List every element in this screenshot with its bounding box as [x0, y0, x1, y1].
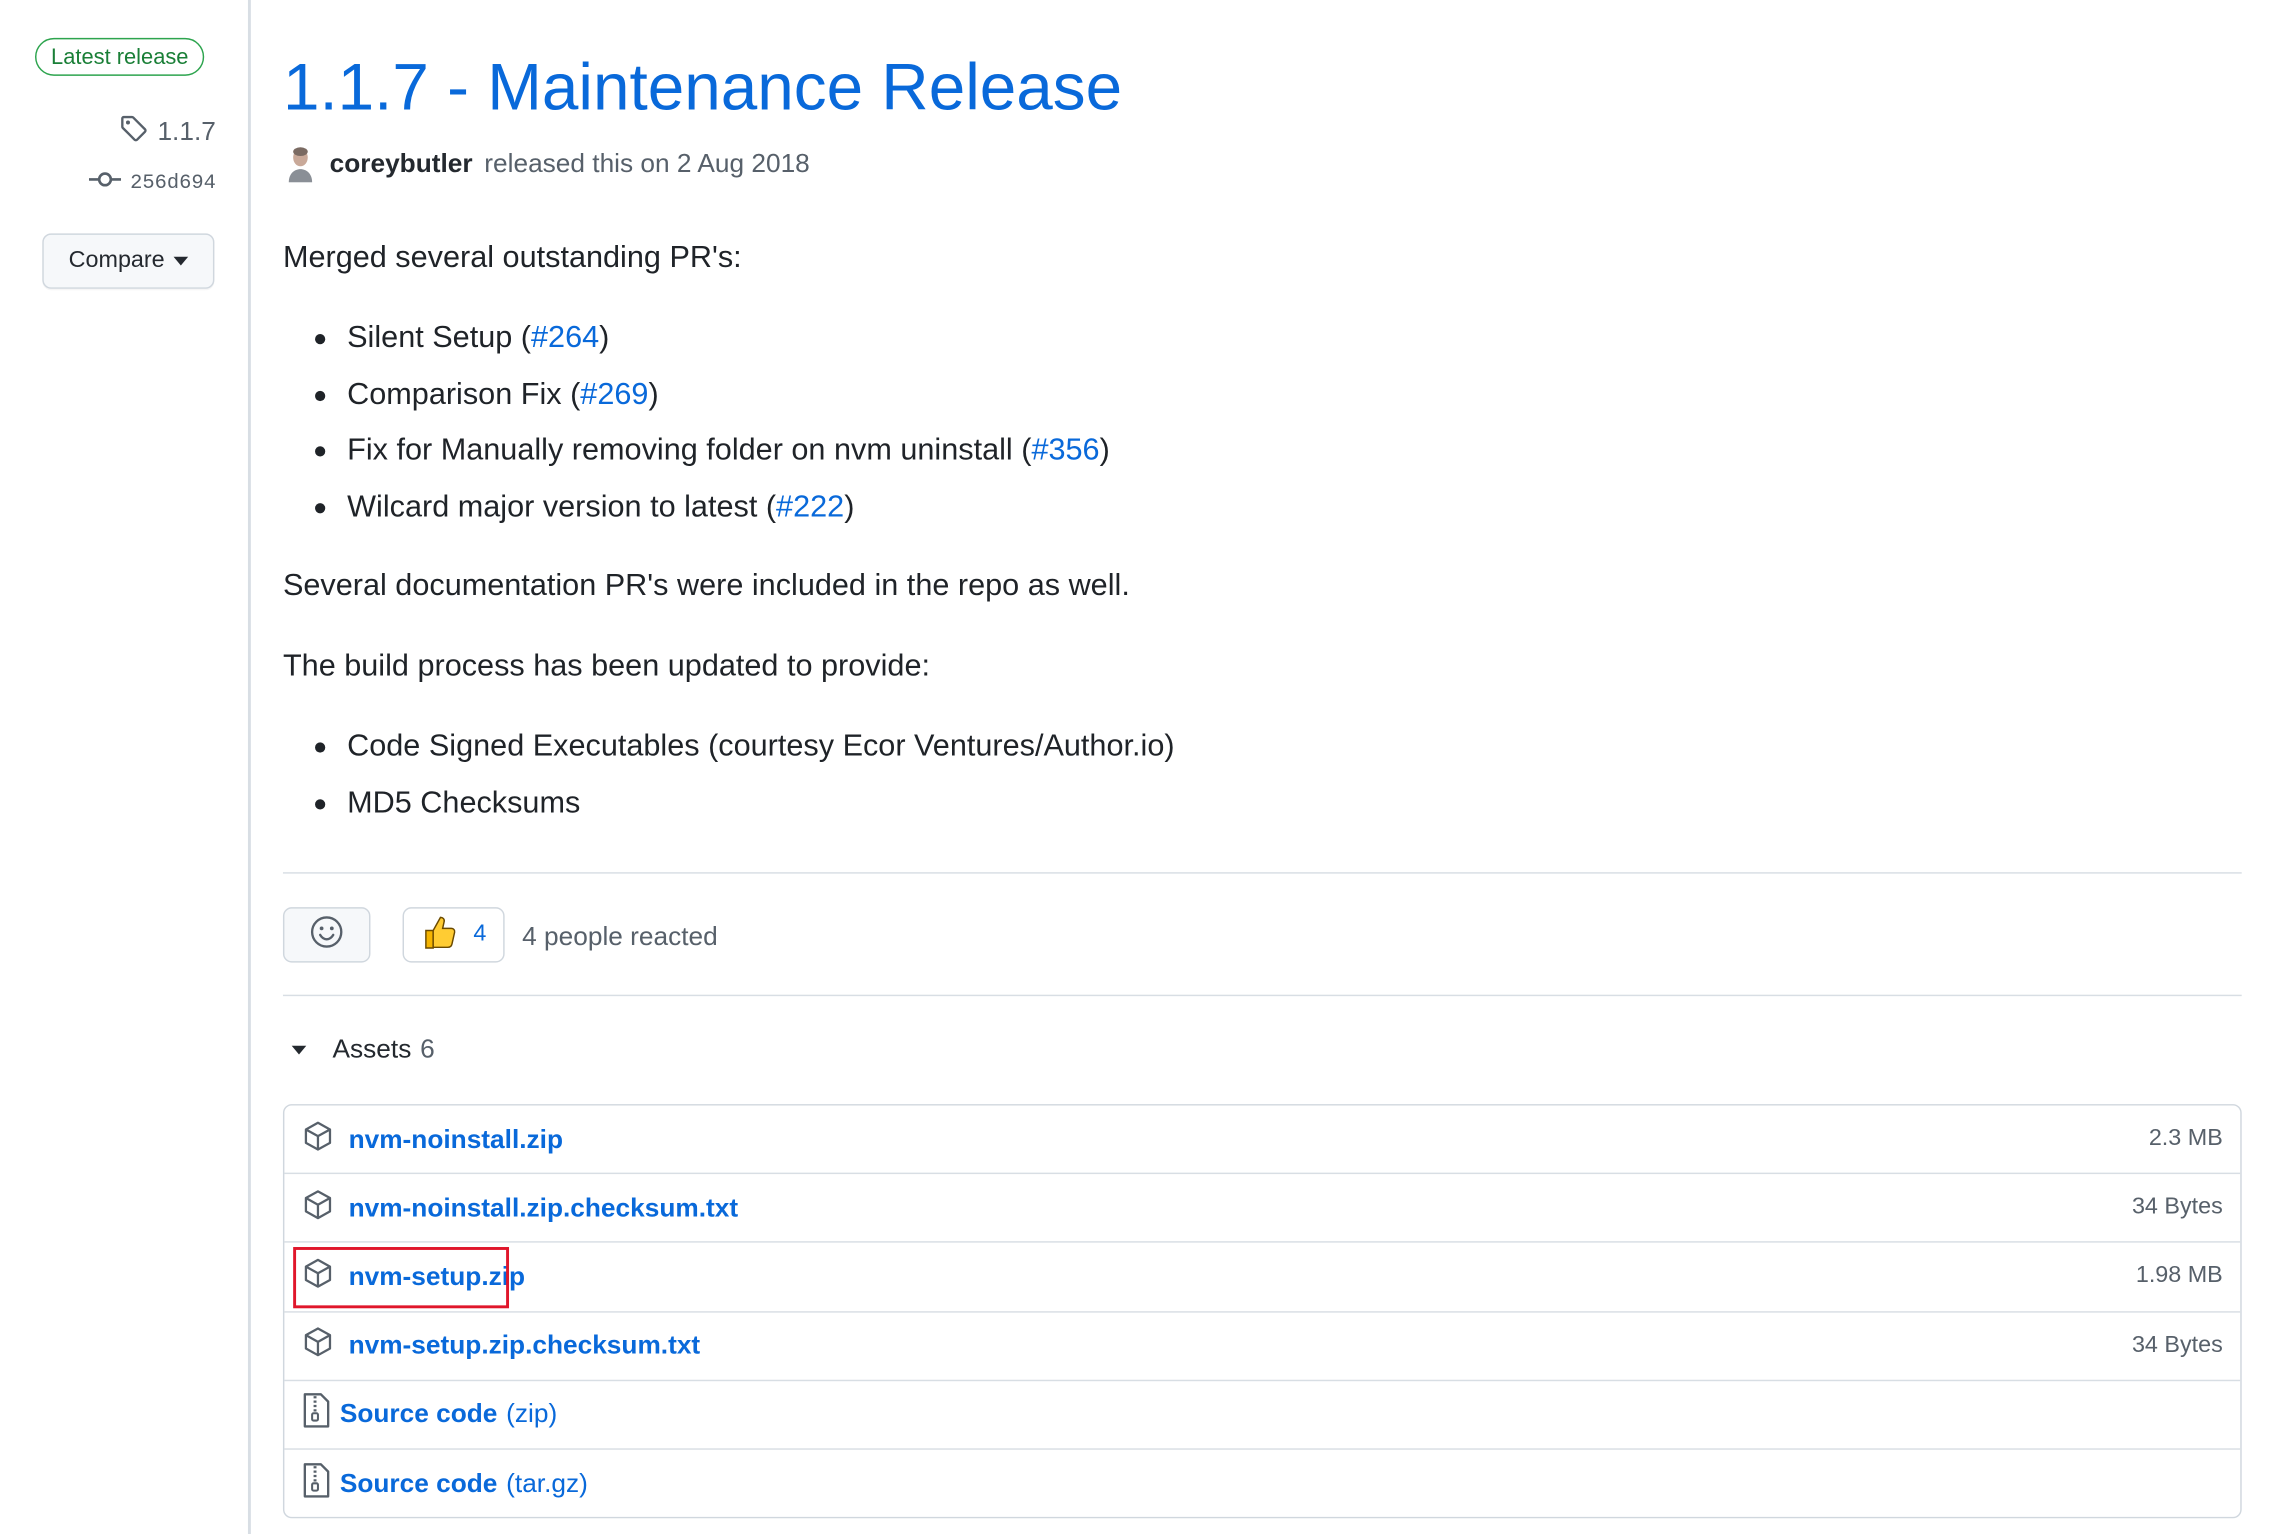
smiley-icon: [309, 914, 344, 956]
asset-name: Source code: [339, 1399, 498, 1429]
tag-link[interactable]: 1.1.7: [120, 114, 216, 150]
tag-icon: [120, 114, 149, 150]
assets-label: Assets: [332, 1034, 412, 1064]
build-list: Code Signed Executables (courtesy Ecor V…: [315, 728, 1175, 841]
release-byline: coreybutler released this on 2 Aug 2018: [282, 144, 810, 183]
pr-text: Silent Setup (: [347, 320, 532, 355]
package-icon: [302, 1326, 334, 1365]
commit-link[interactable]: 256d694: [89, 169, 216, 197]
file-zip-icon: [302, 1393, 331, 1435]
latest-release-badge: Latest release: [35, 37, 205, 76]
asset-row: nvm-noinstall.zip.checksum.txt 34 Bytes: [284, 1174, 2241, 1244]
release-page: Latest release 1.1.7 256d694 Compare 1.1…: [0, 0, 2287, 1534]
asset-name: nvm-setup.zip: [348, 1261, 526, 1291]
body-intro: Merged several outstanding PR's:: [282, 240, 742, 275]
compare-button[interactable]: Compare: [42, 233, 215, 289]
asset-link-nvm-setup-zip[interactable]: nvm-setup.zip: [302, 1257, 525, 1296]
divider: [282, 994, 2242, 997]
thumbs-up-reaction-button[interactable]: 4: [402, 907, 505, 963]
pr-link-269[interactable]: #269: [580, 377, 648, 411]
compare-label: Compare: [68, 247, 165, 273]
pr-close: ): [599, 320, 610, 355]
asset-link-source-zip[interactable]: Source code (zip): [302, 1393, 557, 1435]
pr-link-222[interactable]: #222: [776, 490, 844, 524]
package-icon: [302, 1257, 334, 1296]
release-title[interactable]: 1.1.7 - Maintenance Release: [283, 50, 1122, 126]
thumbs-up-icon: [421, 912, 459, 957]
package-icon: [302, 1188, 334, 1227]
pr-text: Comparison Fix (: [347, 377, 581, 411]
list-item: Code Signed Executables (courtesy Ecor V…: [315, 728, 1175, 784]
asset-row: nvm-noinstall.zip 2.3 MB: [284, 1106, 2241, 1175]
asset-row: Source code (zip): [284, 1381, 2241, 1450]
commit-icon: [89, 169, 122, 197]
asset-link-source-targz[interactable]: Source code (tar.gz): [302, 1463, 588, 1505]
package-icon: [302, 1120, 334, 1159]
add-reaction-button[interactable]: [282, 907, 371, 963]
asset-link-nvm-setup-checksum[interactable]: nvm-setup.zip.checksum.txt: [302, 1326, 700, 1365]
tag-label: 1.1.7: [157, 116, 216, 146]
author-avatar[interactable]: [282, 144, 318, 183]
release-sidebar: Latest release 1.1.7 256d694 Compare: [0, 0, 251, 1534]
build-intro: The build process has been updated to pr…: [282, 649, 930, 683]
asset-suffix: (zip): [506, 1399, 558, 1429]
pr-close: ): [844, 490, 855, 524]
reaction-summary: 4 people reacted: [522, 921, 718, 951]
asset-size: 2.3 MB: [2148, 1126, 2223, 1151]
assets-list: nvm-noinstall.zip 2.3 MB nvm-noinstall.z…: [282, 1104, 2242, 1519]
released-text: released this on 2 Aug 2018: [484, 148, 810, 178]
divider: [282, 872, 2242, 874]
asset-link-nvm-noinstall-zip[interactable]: nvm-noinstall.zip: [302, 1120, 563, 1159]
asset-size: 34 Bytes: [2131, 1332, 2223, 1358]
pr-list: Silent Setup (#264) Comparison Fix (#269…: [315, 319, 1110, 545]
commit-sha: 256d694: [130, 171, 216, 195]
asset-suffix: (tar.gz): [506, 1468, 588, 1498]
assets-toggle[interactable]: Assets 6: [283, 1034, 435, 1065]
thumbs-up-count: 4: [473, 921, 487, 947]
asset-size: 1.98 MB: [2135, 1263, 2223, 1289]
list-item: MD5 Checksums: [315, 784, 1175, 840]
list-item: Silent Setup (#264): [315, 319, 1110, 375]
pr-close: ): [648, 377, 659, 411]
docs-note: Several documentation PR's were included…: [282, 568, 1130, 603]
pr-text: Wilcard major version to latest (: [347, 490, 777, 524]
author-link[interactable]: coreybutler: [330, 148, 473, 179]
asset-row: Source code (tar.gz): [284, 1450, 2240, 1517]
asset-name: nvm-noinstall.zip: [348, 1123, 564, 1154]
pr-text: Fix for Manually removing folder on nvm …: [347, 433, 1032, 468]
assets-count: 6: [420, 1034, 435, 1064]
asset-name: nvm-noinstall.zip.checksum.txt: [348, 1192, 739, 1222]
asset-row: nvm-setup.zip 1.98 MB: [284, 1243, 2241, 1313]
asset-row: nvm-setup.zip.checksum.txt 34 Bytes: [284, 1312, 2241, 1381]
asset-link-nvm-noinstall-checksum[interactable]: nvm-noinstall.zip.checksum.txt: [302, 1188, 738, 1227]
pr-close: ): [1099, 433, 1110, 468]
file-zip-icon: [302, 1463, 331, 1505]
list-item: Comparison Fix (#269): [315, 376, 1110, 432]
asset-name: Source code: [339, 1468, 498, 1498]
pr-link-356[interactable]: #356: [1031, 434, 1099, 468]
list-item: Fix for Manually removing folder on nvm …: [315, 432, 1110, 488]
asset-size: 34 Bytes: [2131, 1194, 2223, 1220]
list-item: Wilcard major version to latest (#222): [315, 489, 1110, 545]
asset-name: nvm-setup.zip.checksum.txt: [348, 1330, 701, 1360]
chevron-down-icon: [173, 256, 189, 266]
pr-link-264[interactable]: #264: [531, 321, 599, 355]
caret-down-icon: [291, 1045, 307, 1054]
